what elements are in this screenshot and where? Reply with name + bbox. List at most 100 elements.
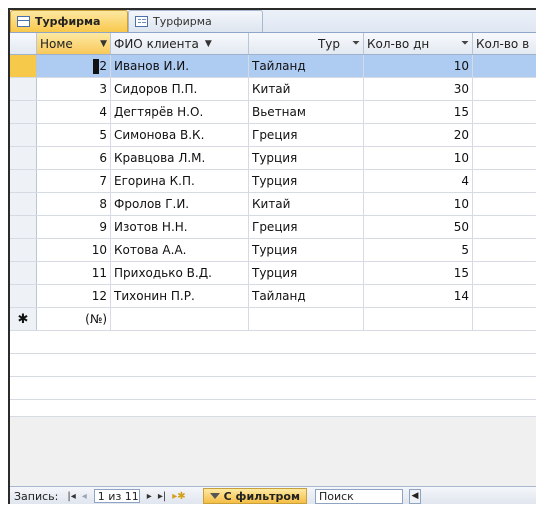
scroll-left-arrow-icon[interactable]: ◀ bbox=[408, 488, 421, 504]
row-selector[interactable] bbox=[10, 101, 37, 123]
cell-kol[interactable] bbox=[364, 308, 473, 330]
cell-fio[interactable]: Котова А.А. bbox=[111, 239, 249, 261]
row-selector[interactable] bbox=[10, 124, 37, 146]
cell-kol2[interactable] bbox=[473, 308, 536, 330]
row-selector[interactable] bbox=[10, 147, 37, 169]
cell-tur[interactable]: Турция bbox=[249, 170, 364, 192]
column-header-tur[interactable]: Тур ⏷ bbox=[249, 33, 364, 54]
dropdown-arrow-icon[interactable]: ▼ bbox=[100, 39, 107, 49]
cell-fio[interactable]: Симонова В.К. bbox=[111, 124, 249, 146]
table-row[interactable]: 4 Дегтярёв Н.О. Вьетнам 15 bbox=[10, 101, 536, 124]
tab-turfirma-table[interactable]: Турфирма bbox=[10, 10, 128, 32]
new-record-button[interactable]: ▸✱ bbox=[169, 491, 188, 502]
cell-kol2[interactable] bbox=[473, 216, 536, 238]
table-row[interactable]: 2 Иванов И.И. Тайланд 10 bbox=[10, 55, 536, 78]
table-row[interactable]: 10 Котова А.А. Турция 5 bbox=[10, 239, 536, 262]
select-all-corner[interactable] bbox=[10, 33, 37, 54]
cell-kol[interactable]: 5 bbox=[364, 239, 473, 261]
cell-tur[interactable]: Греция bbox=[249, 124, 364, 146]
cell-tur[interactable]: Турция bbox=[249, 239, 364, 261]
cell-kol[interactable]: 15 bbox=[364, 262, 473, 284]
cell-fio[interactable]: Тихонин П.Р. bbox=[111, 285, 249, 307]
cell-num[interactable]: 2 bbox=[37, 55, 111, 77]
cell-kol[interactable]: 30 bbox=[364, 78, 473, 100]
cell-num[interactable]: 12 bbox=[37, 285, 111, 307]
cell-kol2[interactable] bbox=[473, 285, 536, 307]
cell-num[interactable]: 5 bbox=[37, 124, 111, 146]
cell-kol2[interactable] bbox=[473, 55, 536, 77]
cell-num[interactable]: 4 bbox=[37, 101, 111, 123]
cell-kol[interactable]: 4 bbox=[364, 170, 473, 192]
row-selector[interactable] bbox=[10, 216, 37, 238]
cell-fio[interactable]: Кравцова Л.М. bbox=[111, 147, 249, 169]
row-selector[interactable] bbox=[10, 193, 37, 215]
cell-tur[interactable] bbox=[249, 308, 364, 330]
filter-toggle-button[interactable]: С фильтром bbox=[202, 488, 307, 504]
cell-kol[interactable]: 15 bbox=[364, 101, 473, 123]
cell-kol2[interactable] bbox=[473, 193, 536, 215]
cell-num[interactable]: 9 bbox=[37, 216, 111, 238]
cell-fio[interactable]: Иванов И.И. bbox=[111, 55, 249, 77]
cell-tur[interactable]: Китай bbox=[249, 78, 364, 100]
cell-kol[interactable]: 10 bbox=[364, 193, 473, 215]
cell-fio[interactable]: Сидоров П.П. bbox=[111, 78, 249, 100]
cell-num-placeholder[interactable]: (№) bbox=[37, 308, 111, 330]
cell-kol2[interactable] bbox=[473, 78, 536, 100]
cell-num[interactable]: 8 bbox=[37, 193, 111, 215]
row-selector[interactable] bbox=[10, 170, 37, 192]
cell-fio[interactable]: Фролов Г.И. bbox=[111, 193, 249, 215]
row-selector[interactable] bbox=[10, 78, 37, 100]
table-row[interactable]: 7 Егорина К.П. Турция 4 bbox=[10, 170, 536, 193]
first-record-button[interactable]: |◂ bbox=[64, 491, 78, 502]
cell-fio[interactable]: Егорина К.П. bbox=[111, 170, 249, 192]
new-record-row[interactable]: ✱ (№) bbox=[10, 308, 536, 331]
next-record-button[interactable]: ▸ bbox=[144, 491, 155, 502]
cell-fio[interactable]: Приходько В.Д. bbox=[111, 262, 249, 284]
cell-kol[interactable]: 10 bbox=[364, 55, 473, 77]
table-row[interactable]: 6 Кравцова Л.М. Турция 10 bbox=[10, 147, 536, 170]
cell-tur[interactable]: Тайланд bbox=[249, 285, 364, 307]
cell-kol[interactable]: 20 bbox=[364, 124, 473, 146]
cell-fio[interactable]: Изотов Н.Н. bbox=[111, 216, 249, 238]
cell-tur[interactable]: Тайланд bbox=[249, 55, 364, 77]
dropdown-arrow-icon[interactable]: ▼ bbox=[205, 39, 212, 49]
prev-record-button[interactable]: ◂ bbox=[79, 491, 90, 502]
table-row[interactable]: 5 Симонова В.К. Греция 20 bbox=[10, 124, 536, 147]
last-record-button[interactable]: ▸| bbox=[155, 491, 169, 502]
cell-kol2[interactable] bbox=[473, 262, 536, 284]
column-header-num[interactable]: Номе ▼ bbox=[37, 33, 111, 54]
cell-fio[interactable] bbox=[111, 308, 249, 330]
filter-icon[interactable]: ⏷ bbox=[352, 38, 360, 49]
row-selector[interactable] bbox=[10, 262, 37, 284]
table-row[interactable]: 11 Приходько В.Д. Турция 15 bbox=[10, 262, 536, 285]
cell-num[interactable]: 11 bbox=[37, 262, 111, 284]
cell-kol2[interactable] bbox=[473, 170, 536, 192]
table-row[interactable]: 8 Фролов Г.И. Китай 10 bbox=[10, 193, 536, 216]
cell-tur[interactable]: Турция bbox=[249, 147, 364, 169]
cell-fio[interactable]: Дегтярёв Н.О. bbox=[111, 101, 249, 123]
cell-kol2[interactable] bbox=[473, 101, 536, 123]
column-header-fio[interactable]: ФИО клиента ▼ bbox=[111, 33, 249, 54]
cell-kol[interactable]: 14 bbox=[364, 285, 473, 307]
row-selector[interactable] bbox=[10, 285, 37, 307]
table-row[interactable]: 9 Изотов Н.Н. Греция 50 bbox=[10, 216, 536, 239]
cell-kol2[interactable] bbox=[473, 239, 536, 261]
tab-turfirma-form[interactable]: Турфирма bbox=[128, 10, 263, 32]
column-header-kol2[interactable]: Кол-во в bbox=[473, 33, 536, 54]
cell-kol2[interactable] bbox=[473, 147, 536, 169]
cell-num[interactable]: 10 bbox=[37, 239, 111, 261]
cell-kol[interactable]: 10 bbox=[364, 147, 473, 169]
cell-num[interactable]: 7 bbox=[37, 170, 111, 192]
cell-tur[interactable]: Вьетнам bbox=[249, 101, 364, 123]
row-selector[interactable] bbox=[10, 55, 37, 77]
cell-tur[interactable]: Турция bbox=[249, 262, 364, 284]
column-header-kol[interactable]: Кол-во дн ⏷ bbox=[364, 33, 473, 54]
table-row[interactable]: 3 Сидоров П.П. Китай 30 bbox=[10, 78, 536, 101]
cell-num[interactable]: 3 bbox=[37, 78, 111, 100]
cell-tur[interactable]: Китай bbox=[249, 193, 364, 215]
cell-tur[interactable]: Греция bbox=[249, 216, 364, 238]
cell-num[interactable]: 6 bbox=[37, 147, 111, 169]
cell-kol[interactable]: 50 bbox=[364, 216, 473, 238]
row-selector[interactable] bbox=[10, 239, 37, 261]
filter-icon[interactable]: ⏷ bbox=[461, 38, 469, 49]
